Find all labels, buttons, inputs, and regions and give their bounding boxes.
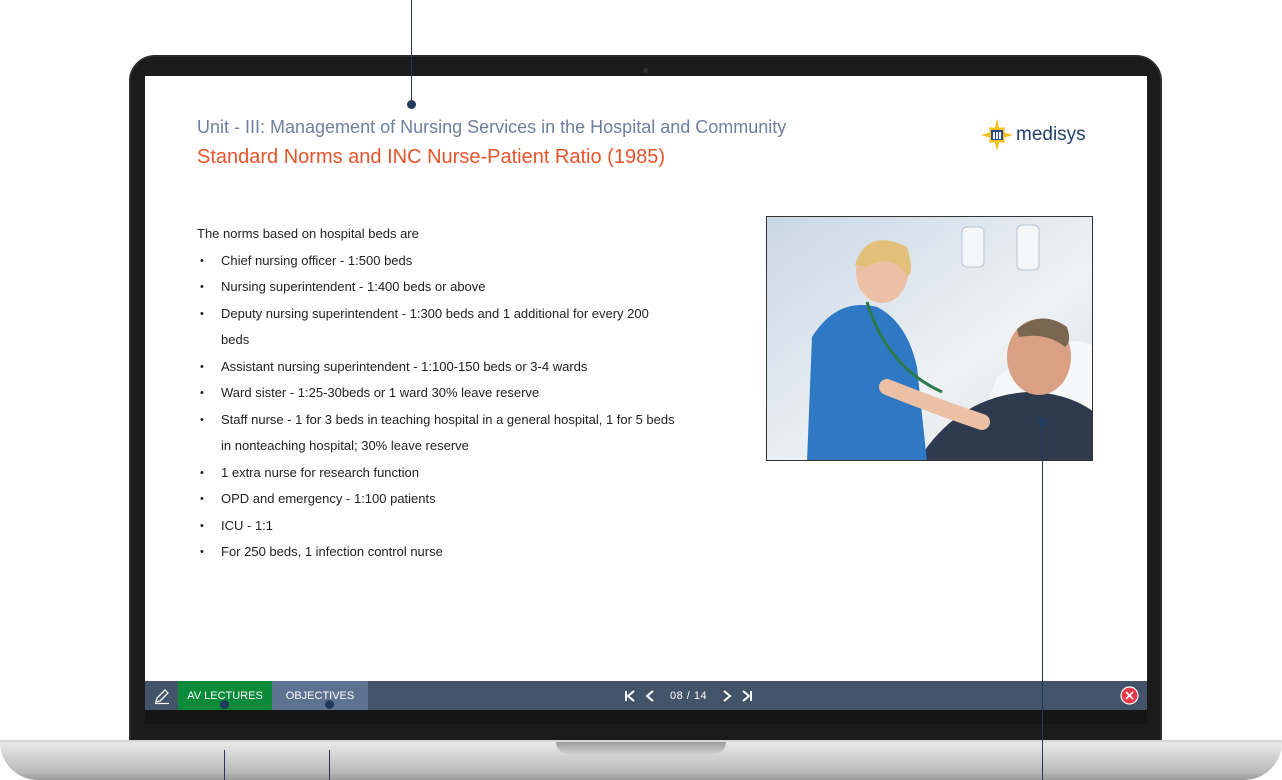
list-item: Ward sister - 1:25-30beds or 1 ward 30% … — [197, 380, 717, 407]
intro-text: The norms based on hospital beds are — [197, 226, 419, 241]
page-navigation: 08 / 14 — [620, 681, 757, 710]
callout-line-photo — [1042, 421, 1043, 780]
camera — [643, 68, 648, 73]
callout-line-objectives — [329, 750, 330, 780]
callout-line-av-lectures — [224, 750, 225, 780]
medisys-logo: medisys — [980, 118, 1086, 152]
list-item: Staff nurse - 1 for 3 beds in teaching h… — [197, 407, 717, 460]
bottom-toolbar: AV LECTURES OBJECTIVES 08 / 14 — [145, 681, 1147, 710]
medisys-star-icon — [981, 119, 1013, 151]
prev-page-icon[interactable] — [640, 681, 660, 710]
list-item: OPD and emergency - 1:100 patients — [197, 486, 717, 513]
list-item: Chief nursing officer - 1:500 beds — [197, 248, 717, 275]
next-page-icon[interactable] — [717, 681, 737, 710]
page-indicator: 08 / 14 — [670, 689, 708, 702]
list-item: Assistant nursing superintendent - 1:100… — [197, 354, 717, 381]
pencil-icon[interactable] — [145, 681, 178, 710]
stage: Unit - III: Management of Nursing Servic… — [0, 0, 1282, 780]
list-item: Nursing superintendent - 1:400 beds or a… — [197, 274, 717, 301]
callout-dot-av-lectures — [220, 700, 229, 709]
unit-title: Unit - III: Management of Nursing Servic… — [197, 117, 787, 137]
laptop-notch — [556, 742, 726, 754]
objectives-button[interactable]: OBJECTIVES — [272, 681, 368, 710]
callout-dot-title — [407, 100, 416, 109]
list-item: Deputy nursing superintendent - 1:300 be… — [197, 301, 717, 354]
list-item: ICU - 1:1 — [197, 513, 717, 540]
first-page-icon[interactable] — [620, 681, 640, 710]
logo-text: medisys — [1016, 124, 1086, 145]
last-page-icon[interactable] — [737, 681, 757, 710]
slide-screen: Unit - III: Management of Nursing Servic… — [145, 76, 1147, 710]
callout-dot-objectives — [325, 700, 334, 709]
list-item: For 250 beds, 1 infection control nurse — [197, 539, 717, 566]
callout-line-title — [411, 0, 412, 104]
norms-list: Chief nursing officer - 1:500 beds Nursi… — [197, 248, 717, 566]
list-item: 1 extra nurse for research function — [197, 460, 717, 487]
slide-content: The norms based on hospital beds are Chi… — [197, 221, 717, 566]
slide-title: Standard Norms and INC Nurse-Patient Rat… — [197, 146, 665, 168]
close-icon[interactable] — [1120, 686, 1139, 705]
laptop-hinge — [145, 710, 1147, 724]
callout-dot-photo — [1038, 417, 1047, 426]
